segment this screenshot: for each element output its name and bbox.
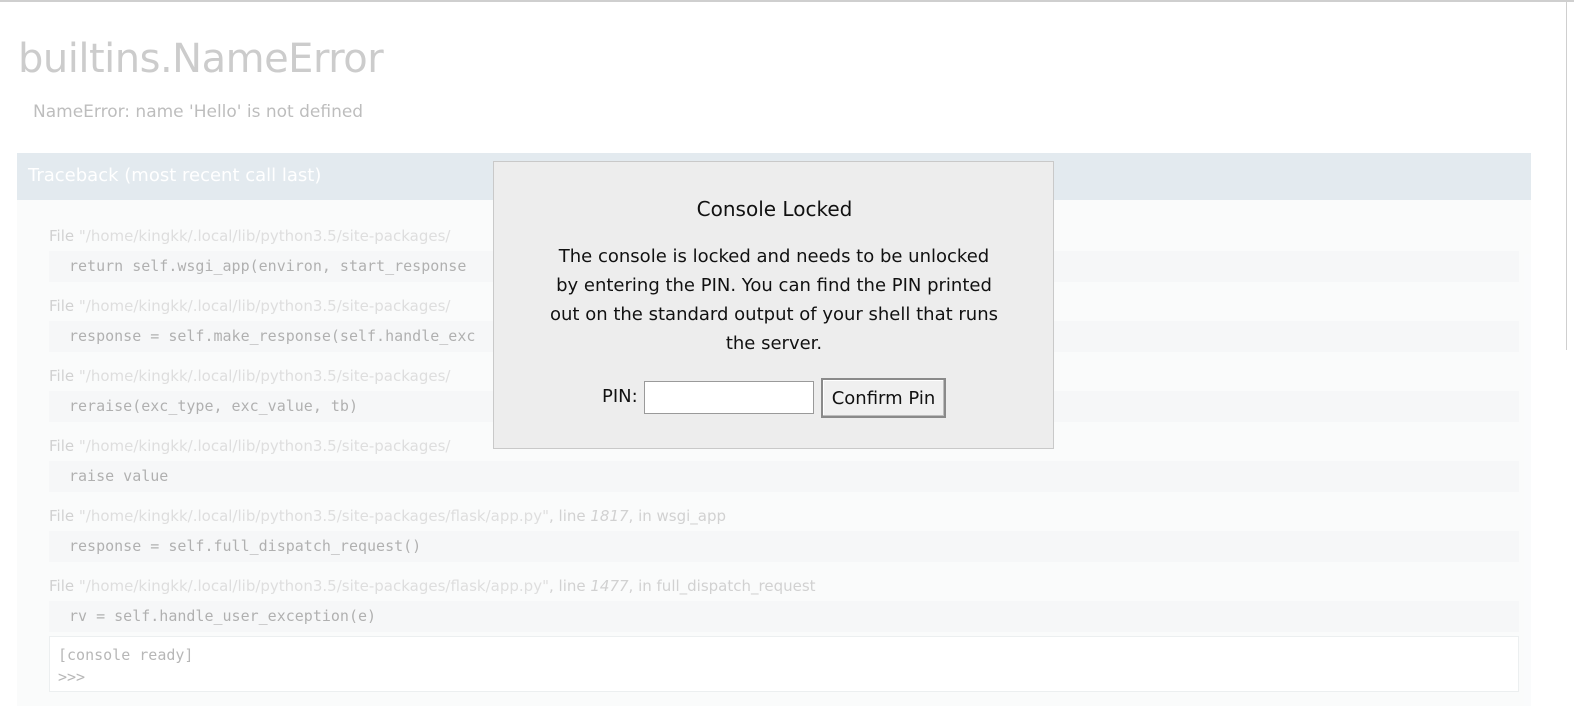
file-path: "/home/kingkk/.local/lib/python3.5/site-… bbox=[78, 577, 549, 595]
file-path: "/home/kingkk/.local/lib/python3.5/site-… bbox=[78, 297, 451, 315]
frame-code-line[interactable]: response = self.full_dispatch_request() bbox=[49, 531, 1519, 562]
file-path: "/home/kingkk/.local/lib/python3.5/site-… bbox=[78, 437, 451, 455]
frame-location[interactable]: File "/home/kingkk/.local/lib/python3.5/… bbox=[49, 507, 726, 525]
error-title: builtins.NameError bbox=[18, 36, 384, 82]
frame-location[interactable]: File "/home/kingkk/.local/lib/python3.5/… bbox=[49, 227, 450, 245]
file-label: File bbox=[49, 437, 79, 455]
traceback-heading: Traceback (most recent call last) bbox=[28, 165, 321, 186]
file-label: File bbox=[49, 507, 79, 525]
code-text: response = self.make_response(self.handl… bbox=[69, 327, 476, 345]
function-name: wsgi_app bbox=[656, 507, 727, 525]
line-number: 1477 bbox=[590, 577, 629, 595]
line-label: , line bbox=[548, 507, 591, 525]
code-text: raise value bbox=[69, 467, 169, 485]
traceback-subtitle: (most recent call last) bbox=[124, 165, 322, 186]
frame-location[interactable]: File "/home/kingkk/.local/lib/python3.5/… bbox=[49, 297, 450, 315]
error-message: NameError: name 'Hello' is not defined bbox=[33, 102, 364, 122]
code-text: reraise(exc_type, exc_value, tb) bbox=[69, 397, 358, 415]
pin-label: PIN: bbox=[602, 386, 638, 407]
code-text: response = self.full_dispatch_request() bbox=[69, 537, 422, 555]
interactive-console[interactable]: [console ready] >>> bbox=[49, 636, 1519, 692]
file-label: File bbox=[49, 227, 79, 245]
file-label: File bbox=[49, 577, 79, 595]
console-status: [console ready] bbox=[58, 646, 194, 664]
file-label: File bbox=[49, 367, 79, 385]
confirm-pin-button[interactable]: Confirm Pin bbox=[821, 378, 946, 418]
line-label: , line bbox=[548, 577, 591, 595]
in-label: , in bbox=[628, 507, 657, 525]
file-label: File bbox=[49, 297, 79, 315]
in-label: , in bbox=[628, 577, 657, 595]
frame-code-line[interactable]: rv = self.handle_user_exception(e) bbox=[49, 601, 1519, 632]
function-name: full_dispatch_request bbox=[656, 577, 816, 595]
line-number: 1817 bbox=[590, 507, 629, 525]
file-path: "/home/kingkk/.local/lib/python3.5/site-… bbox=[78, 227, 451, 245]
dialog-title: Console Locked bbox=[696, 197, 853, 221]
frame-location[interactable]: File "/home/kingkk/.local/lib/python3.5/… bbox=[49, 577, 816, 595]
file-path: "/home/kingkk/.local/lib/python3.5/site-… bbox=[78, 507, 549, 525]
dialog-message: The console is locked and needs to be un… bbox=[550, 246, 998, 354]
traceback-title: Traceback bbox=[28, 165, 119, 186]
frame-location[interactable]: File "/home/kingkk/.local/lib/python3.5/… bbox=[49, 437, 450, 455]
frame-code-line[interactable]: raise value bbox=[49, 461, 1519, 492]
file-path: "/home/kingkk/.local/lib/python3.5/site-… bbox=[78, 367, 451, 385]
code-text: rv = self.handle_user_exception(e) bbox=[69, 607, 377, 625]
console-locked-dialog: Console Locked The console is locked and… bbox=[493, 161, 1054, 449]
console-prompt[interactable]: >>> bbox=[58, 668, 85, 686]
code-text: return self.wsgi_app(environ, start_resp… bbox=[69, 257, 467, 275]
pin-input[interactable] bbox=[644, 381, 814, 414]
frame-location[interactable]: File "/home/kingkk/.local/lib/python3.5/… bbox=[49, 367, 450, 385]
